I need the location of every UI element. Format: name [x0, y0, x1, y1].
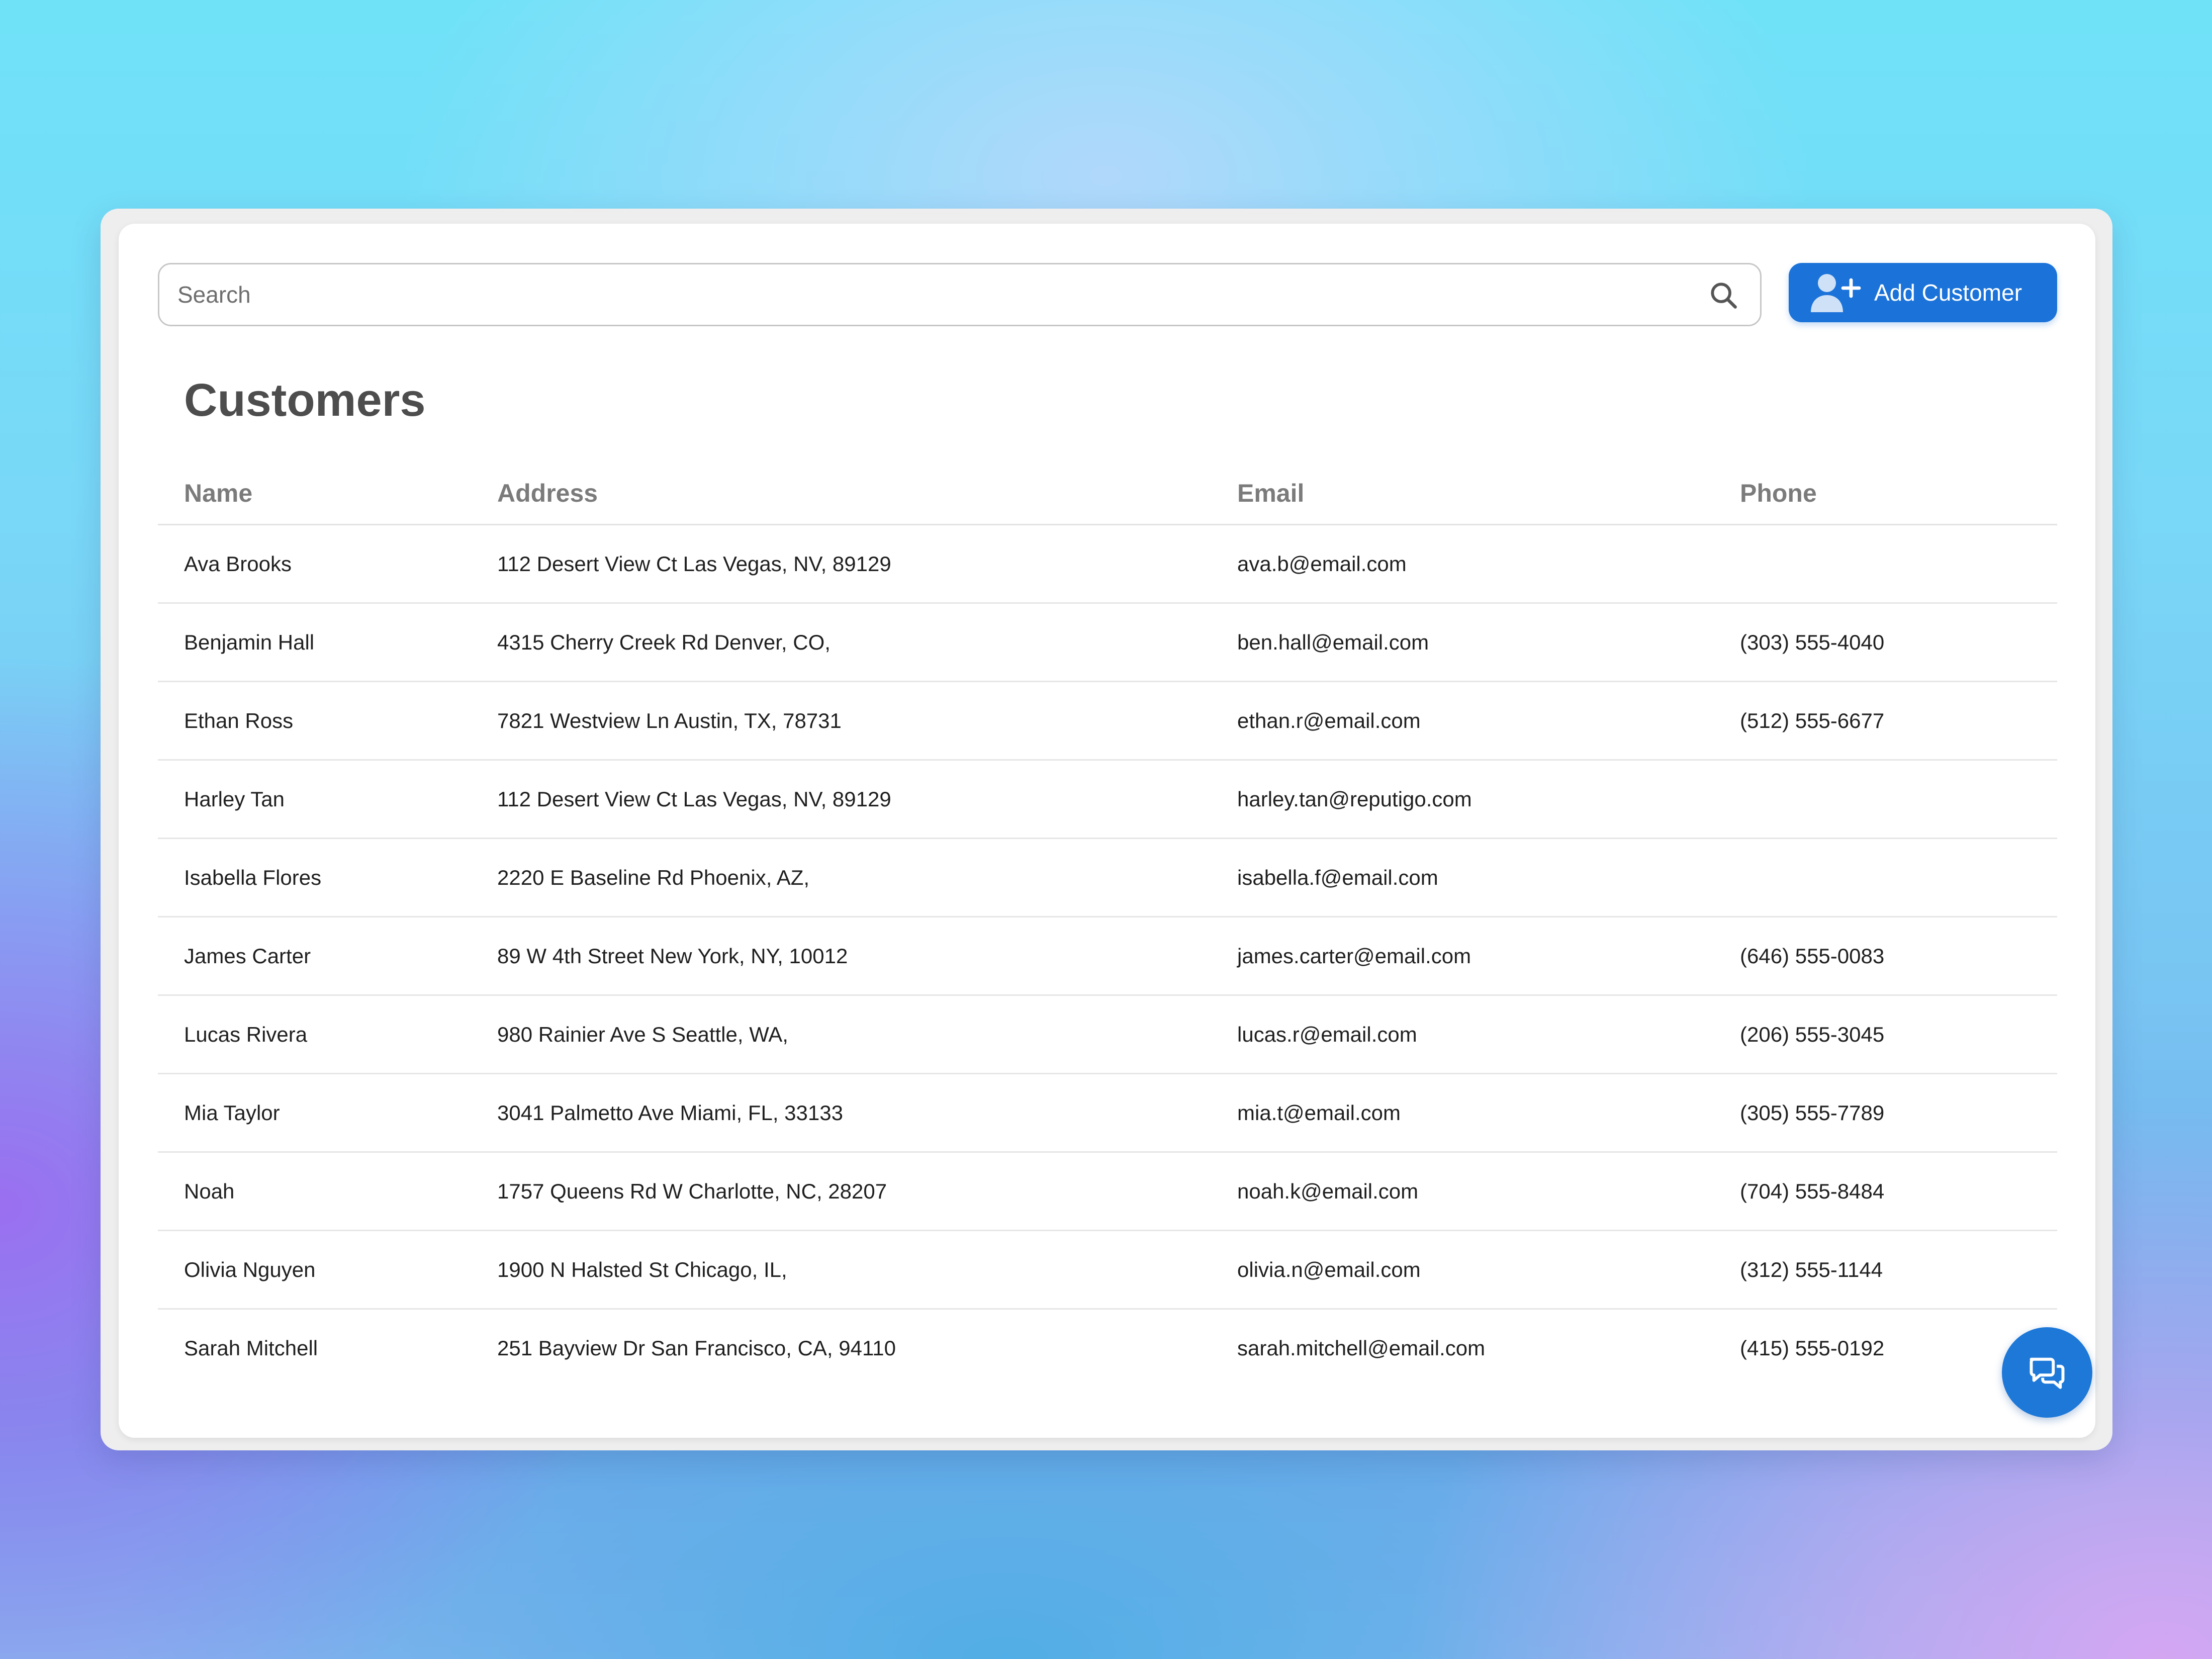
cell-name: Lucas Rivera: [184, 1023, 308, 1046]
column-header-name[interactable]: Name: [184, 463, 252, 524]
cell-address: 4315 Cherry Creek Rd Denver, CO,: [497, 630, 831, 654]
cell-phone: (312) 555-1144: [1740, 1258, 1883, 1281]
table-row[interactable]: Ethan Ross 7821 Westview Ln Austin, TX, …: [158, 682, 2057, 761]
table-row[interactable]: Mia Taylor 3041 Palmetto Ave Miami, FL, …: [158, 1074, 2057, 1153]
cell-phone: (704) 555-8484: [1740, 1179, 1885, 1203]
cell-email: olivia.n@email.com: [1237, 1258, 1421, 1281]
cell-phone: (303) 555-4040: [1740, 630, 1885, 654]
customers-panel: Add Customer Customers Name Address Emai…: [119, 224, 2095, 1438]
cell-phone: (512) 555-6677: [1740, 709, 1885, 732]
cell-email: james.carter@email.com: [1237, 944, 1471, 968]
cell-name: Mia Taylor: [184, 1101, 280, 1125]
cell-phone: (646) 555-0083: [1740, 944, 1885, 968]
cell-name: Benjamin Hall: [184, 630, 315, 654]
cell-email: isabella.f@email.com: [1237, 866, 1438, 889]
table-header: Name Address Email Phone: [158, 463, 2057, 525]
cell-email: ethan.r@email.com: [1237, 709, 1421, 732]
table-row[interactable]: Olivia Nguyen 1900 N Halsted St Chicago,…: [158, 1231, 2057, 1310]
cell-name: Noah: [184, 1179, 235, 1203]
cell-name: Sarah Mitchell: [184, 1336, 318, 1360]
cell-address: 112 Desert View Ct Las Vegas, NV, 89129: [497, 552, 891, 576]
cell-address: 1757 Queens Rd W Charlotte, NC, 28207: [497, 1179, 887, 1203]
table-row[interactable]: Benjamin Hall 4315 Cherry Creek Rd Denve…: [158, 604, 2057, 682]
cell-email: ben.hall@email.com: [1237, 630, 1429, 654]
cell-address: 1900 N Halsted St Chicago, IL,: [497, 1258, 787, 1281]
cell-email: harley.tan@reputigo.com: [1237, 787, 1472, 811]
cell-address: 2220 E Baseline Rd Phoenix, AZ,: [497, 866, 810, 889]
cell-name: Ava Brooks: [184, 552, 292, 576]
cell-email: mia.t@email.com: [1237, 1101, 1401, 1125]
table-row[interactable]: Harley Tan 112 Desert View Ct Las Vegas,…: [158, 761, 2057, 839]
cell-email: noah.k@email.com: [1237, 1179, 1419, 1203]
cell-name: Isabella Flores: [184, 866, 322, 889]
add-customer-button[interactable]: Add Customer: [1789, 263, 2057, 322]
table-row[interactable]: Isabella Flores 2220 E Baseline Rd Phoen…: [158, 839, 2057, 917]
add-user-icon: [1811, 274, 1861, 312]
cell-email: lucas.r@email.com: [1237, 1023, 1417, 1046]
cell-address: 112 Desert View Ct Las Vegas, NV, 89129: [497, 787, 891, 811]
chat-button[interactable]: [2002, 1327, 2092, 1418]
cell-email: sarah.mitchell@email.com: [1237, 1336, 1486, 1360]
cell-email: ava.b@email.com: [1237, 552, 1407, 576]
table-row[interactable]: Noah 1757 Queens Rd W Charlotte, NC, 282…: [158, 1153, 2057, 1231]
cell-name: Olivia Nguyen: [184, 1258, 316, 1281]
cell-phone: (415) 555-0192: [1740, 1336, 1885, 1360]
cell-name: Ethan Ross: [184, 709, 294, 732]
search-input[interactable]: [177, 264, 1686, 325]
search-bar: [158, 263, 1762, 326]
cell-address: 89 W 4th Street New York, NY, 10012: [497, 944, 848, 968]
chat-icon: [2030, 1357, 2065, 1389]
cell-address: 251 Bayview Dr San Francisco, CA, 94110: [497, 1336, 896, 1360]
cell-address: 7821 Westview Ln Austin, TX, 78731: [497, 709, 842, 732]
cell-name: James Carter: [184, 944, 311, 968]
cell-name: Harley Tan: [184, 787, 285, 811]
cell-address: 3041 Palmetto Ave Miami, FL, 33133: [497, 1101, 843, 1125]
search-icon[interactable]: [1708, 280, 1740, 312]
cell-phone: (206) 555-3045: [1740, 1023, 1885, 1046]
column-header-email[interactable]: Email: [1237, 463, 1304, 524]
add-customer-label: Add Customer: [1874, 280, 2022, 306]
cell-phone: (305) 555-7789: [1740, 1101, 1885, 1125]
page-title: Customers: [184, 375, 426, 426]
column-header-address[interactable]: Address: [497, 463, 598, 524]
column-header-phone[interactable]: Phone: [1740, 463, 1817, 524]
table-row[interactable]: James Carter 89 W 4th Street New York, N…: [158, 917, 2057, 996]
table-row[interactable]: Sarah Mitchell 251 Bayview Dr San Franci…: [158, 1310, 2057, 1388]
table-row[interactable]: Ava Brooks 112 Desert View Ct Las Vegas,…: [158, 525, 2057, 604]
cell-address: 980 Rainier Ave S Seattle, WA,: [497, 1023, 788, 1046]
customers-table: Name Address Email Phone Ava Brooks 112 …: [158, 463, 2057, 1388]
table-row[interactable]: Lucas Rivera 980 Rainier Ave S Seattle, …: [158, 996, 2057, 1074]
